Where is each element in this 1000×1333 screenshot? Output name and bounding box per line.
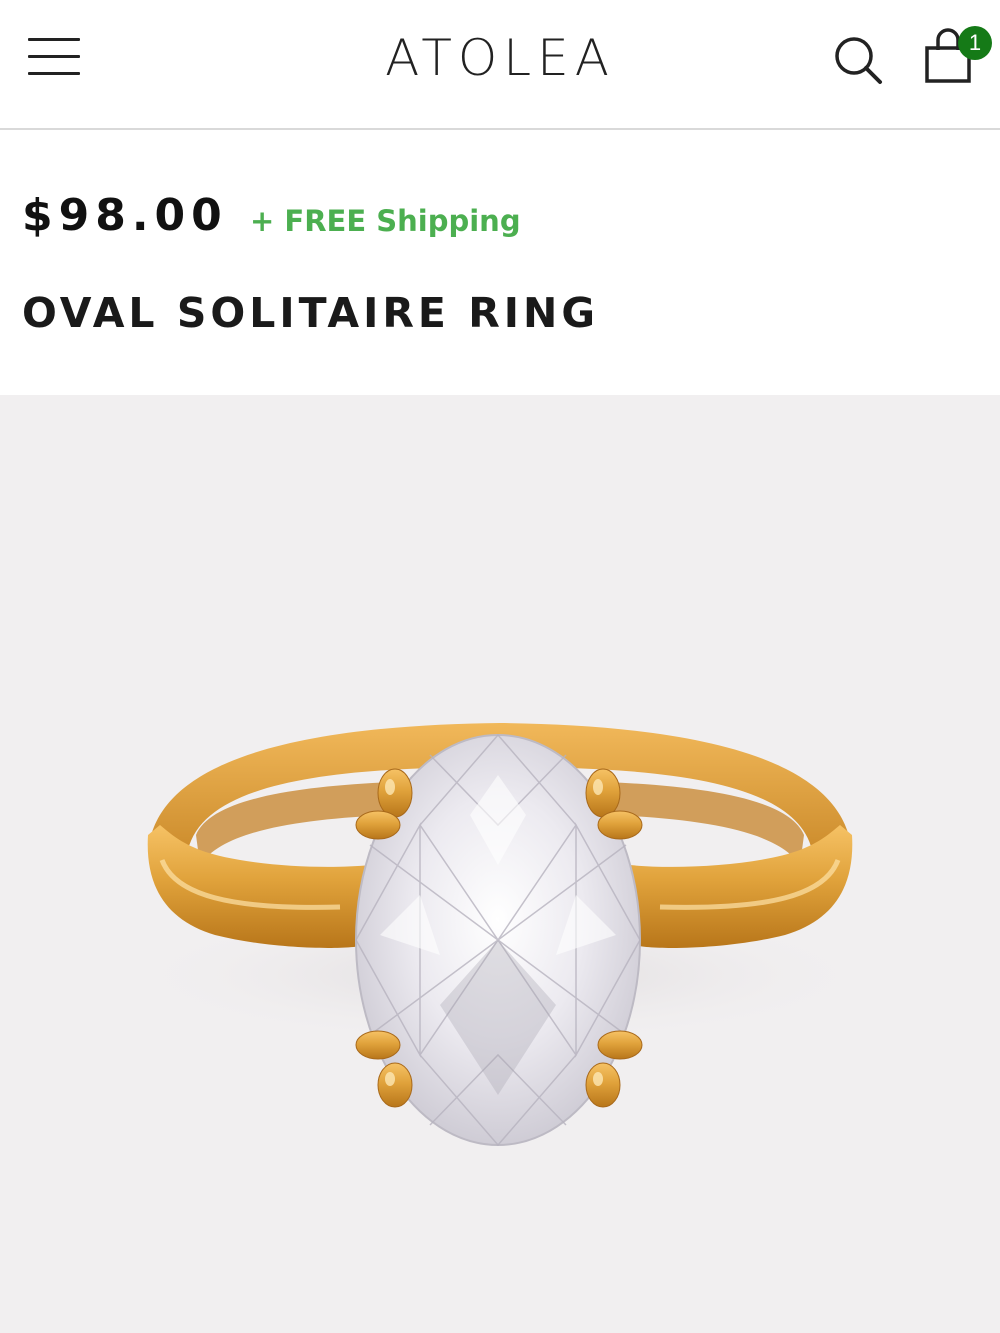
menu-line bbox=[28, 38, 80, 41]
cart-button[interactable]: 1 bbox=[922, 26, 992, 88]
hamburger-menu-icon[interactable] bbox=[28, 36, 82, 78]
menu-line bbox=[28, 55, 80, 58]
product-price: $98.00 bbox=[22, 190, 228, 241]
search-icon[interactable] bbox=[832, 34, 884, 86]
free-shipping-note: + FREE Shipping bbox=[250, 204, 521, 238]
cart-count-badge: 1 bbox=[958, 26, 992, 60]
site-logo[interactable]: ATOLEA bbox=[300, 28, 700, 88]
site-header: ATOLEA 1 bbox=[0, 0, 1000, 130]
product-title: OVAL SOLITAIRE RING bbox=[22, 289, 600, 337]
product-image[interactable] bbox=[0, 395, 1000, 1333]
ring-illustration bbox=[120, 723, 880, 1147]
menu-line bbox=[28, 72, 80, 75]
